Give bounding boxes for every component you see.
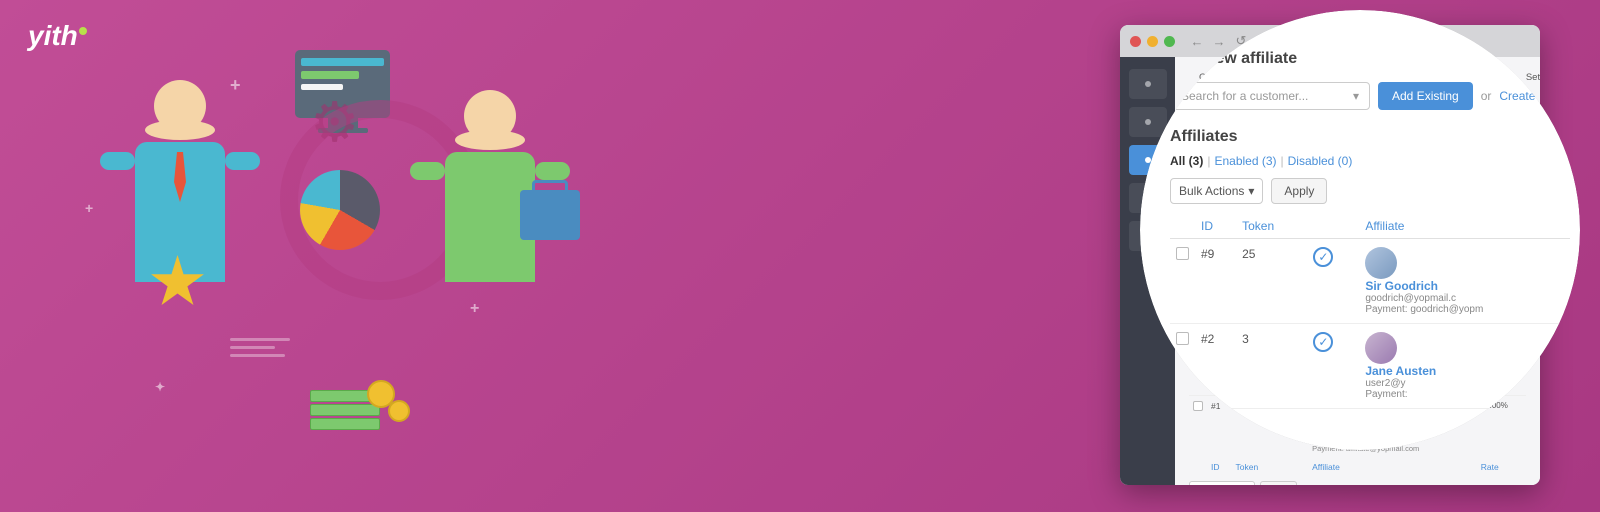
footer-rate: Rate [1477,458,1526,477]
person-right-arm-right [535,162,570,180]
magnify-avatar-2 [1365,332,1397,364]
money-bill-3 [310,418,380,430]
person-right [410,90,570,390]
magnify-add-existing-button[interactable]: Add Existing [1378,82,1473,110]
magnify-col-token: Token [1236,214,1307,239]
monitor-bar-2 [301,71,359,79]
magnify-checkbox-1[interactable] [1176,247,1189,260]
magnify-id-1: #9 [1195,239,1236,324]
magnify-dropdown-chevron-icon: ▾ [1353,89,1359,103]
magnify-affiliate-1: Sir Goodrich goodrich@yopmail.c Payment:… [1359,239,1570,324]
monitor-bar-1 [301,58,384,66]
briefcase-decoration [520,190,580,240]
magnify-bulk-dropdown[interactable]: Bulk Actions ▾ [1170,178,1263,204]
traffic-dot-green[interactable] [1164,36,1175,47]
magnify-header-row: ID Token Affiliate [1170,214,1570,239]
wave-lines-decoration [230,338,290,362]
bulk-actions-dropdown-bottom[interactable]: Bulk Actions ▾ [1189,481,1255,485]
money-bill-2 [310,404,380,416]
magnify-circle: Add new affiliate Search for a customer.… [1140,10,1580,450]
sparkle-3: + [85,200,93,216]
bulk-actions-row-bottom: Bulk Actions ▾ Apply [1189,481,1526,485]
sidebar-dot-2 [1145,119,1151,125]
sidebar-item-2[interactable] [1129,107,1167,137]
person-left-tie [174,152,186,202]
footer-affiliate: Affiliate [1308,458,1477,477]
magnify-table-row: #9 25 ✓ Sir Goodrich goodrich@yopmail.c … [1170,239,1570,324]
magnify-status-1: ✓ [1313,247,1333,267]
magnify-col-affiliate: Affiliate [1359,214,1570,239]
magnify-table: ID Token Affiliate #9 25 ✓ Sir Goodrich … [1170,214,1570,409]
table-footer-row: ID Token Affiliate Rate [1189,458,1526,477]
forward-button[interactable]: → [1211,33,1227,49]
person-left-head [154,80,206,132]
person-right-head [464,90,516,142]
coin-2 [388,400,410,422]
wave-line-1 [230,338,290,341]
magnify-bulk-row: Bulk Actions ▾ Apply [1170,178,1570,204]
magnify-filter-all[interactable]: All (3) [1170,154,1203,168]
money-stack-decoration [310,390,380,432]
magnify-filter-links: All (3) | Enabled (3) | Disabled (0) [1170,154,1570,168]
magnify-checkbox-2[interactable] [1176,332,1189,345]
traffic-dot-red[interactable] [1130,36,1141,47]
wave-line-3 [230,354,285,357]
sidebar-item-1[interactable] [1129,69,1167,99]
magnify-col-status [1307,214,1359,239]
illustration-area: + + + + ✦ ✦ ⚙ [0,0,770,512]
magnify-col-checkbox [1170,214,1195,239]
magnify-inner: Add new affiliate Search for a customer.… [1170,50,1570,409]
person-left-arm-left [100,152,135,170]
magnify-search-box[interactable]: Search for a customer... ▾ [1170,82,1370,110]
magnify-token-2: 3 [1236,324,1307,409]
magnify-token-1: 25 [1236,239,1307,324]
row-checkbox-3[interactable] [1193,401,1203,411]
magnify-section-title: Affiliates [1170,128,1570,146]
magnify-apply-button[interactable]: Apply [1271,178,1327,204]
magnify-search-row: Search for a customer... ▾ Add Existing … [1170,82,1570,110]
person-right-arm-left [410,162,445,180]
magnify-status-2: ✓ [1313,332,1333,352]
magnify-or-separator: or [1481,89,1492,103]
magnify-avatar-1 [1365,247,1397,279]
magnify-col-id: ID [1195,214,1236,239]
magnify-bulk-label: Bulk Actions [1179,184,1244,198]
magnify-bulk-chevron-icon: ▾ [1248,184,1254,198]
pie-chart-decoration [300,170,380,250]
traffic-dot-yellow[interactable] [1147,36,1158,47]
person-left-body [135,142,225,282]
apply-button-bottom[interactable]: Apply [1260,481,1297,485]
wave-line-2 [230,346,275,349]
sidebar-dot-active [1145,157,1151,163]
footer-token: Token [1231,458,1274,477]
footer-id: ID [1207,458,1231,477]
magnify-search-placeholder: Search for a customer... [1181,89,1308,103]
back-button[interactable]: ← [1189,33,1205,49]
magnify-filter-disabled[interactable]: Disabled (0) [1288,154,1353,168]
magnify-filter-enabled[interactable]: Enabled (3) [1214,154,1276,168]
sidebar-dot-1 [1145,81,1151,87]
person-left-arm-right [225,152,260,170]
